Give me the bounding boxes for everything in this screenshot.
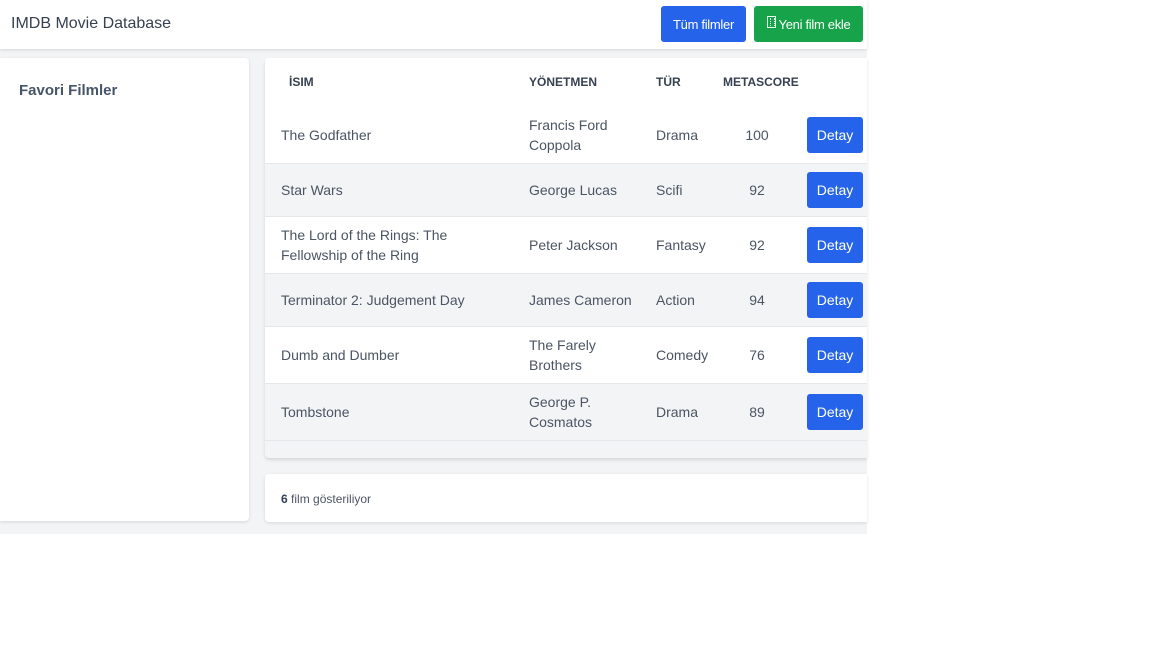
film-count-text: 6 film gösteriliyor [281,492,371,506]
table-row: The Godfather Francis Ford Coppola Drama… [265,106,867,164]
new-film-button-label: Yeni film ekle [778,16,851,32]
film-director: The Farely Brothers [529,337,596,373]
film-genre: Fantasy [656,237,706,253]
film-name: Terminator 2: Judgement Day [281,292,465,308]
favorites-title: Favori Filmler [19,82,118,99]
film-metascore: 92 [749,237,765,253]
film-director: James Cameron [529,292,632,308]
detail-button[interactable]: Detay [807,227,863,263]
header-genre: TÜR [656,75,681,89]
detail-button[interactable]: Detay [807,394,863,430]
film-genre: Action [656,292,695,308]
film-icon [766,16,776,28]
film-count: 6 [281,492,288,506]
table-header: İSIM YÖNETMEN TÜR METASCORE [265,58,867,107]
table-footer: 6 film gösteriliyor [265,474,867,522]
film-director: George P. Cosmatos [529,394,593,430]
film-count-suffix: film gösteriliyor [287,492,372,506]
brand-title[interactable]: IMDB Movie Database [11,15,171,33]
film-genre: Drama [656,126,699,143]
detail-button[interactable]: Detay [807,282,863,318]
new-film-button[interactable]: Yeni film ekle [754,6,863,42]
detail-button[interactable]: Detay [807,172,863,208]
film-name: The Lord of the Rings: The Fellowship of… [281,227,448,263]
header-metascore: METASCORE [723,75,799,89]
film-director: George Lucas [529,182,617,198]
table-row: Dumb and Dumber The Farely Brothers Come… [265,327,867,384]
header-director: YÖNETMEN [529,75,598,89]
film-genre: Scifi [656,182,683,198]
header-name: İSIM [289,75,314,89]
film-genre: Comedy [656,347,709,363]
film-director: Francis Ford Coppola [529,116,608,153]
film-metascore: 89 [749,404,765,420]
table-row: The Lord of the Rings: The Fellowship of… [265,217,867,274]
film-metascore: 100 [745,126,769,143]
film-genre: Drama [656,404,699,420]
table-row: Terminator 2: Judgement Day James Camero… [265,274,867,327]
film-metascore: 92 [749,182,765,198]
detail-button[interactable]: Detay [807,117,863,153]
film-name: Dumb and Dumber [281,347,400,363]
film-name: The Godfather [281,126,372,143]
table-row: Star Wars George Lucas Scifi 92 Detay [265,164,867,217]
films-table: İSIM YÖNETMEN TÜR METASCORE The Godfathe… [265,58,867,458]
film-metascore: 94 [749,292,765,308]
film-metascore: 76 [749,347,765,363]
app-root: IMDB Movie Database Tüm filmler Yeni fil… [0,0,867,534]
table-row: Tombstone George P. Cosmatos Drama 89 De… [265,384,867,441]
film-director: Peter Jackson [529,237,618,253]
favorites-sidebar: Favori Filmler [0,58,249,521]
all-films-button[interactable]: Tüm filmler [661,6,746,42]
detail-button[interactable]: Detay [807,337,863,373]
film-name: Tombstone [281,404,350,420]
film-name: Star Wars [281,182,343,198]
navbar: IMDB Movie Database Tüm filmler Yeni fil… [0,0,867,49]
